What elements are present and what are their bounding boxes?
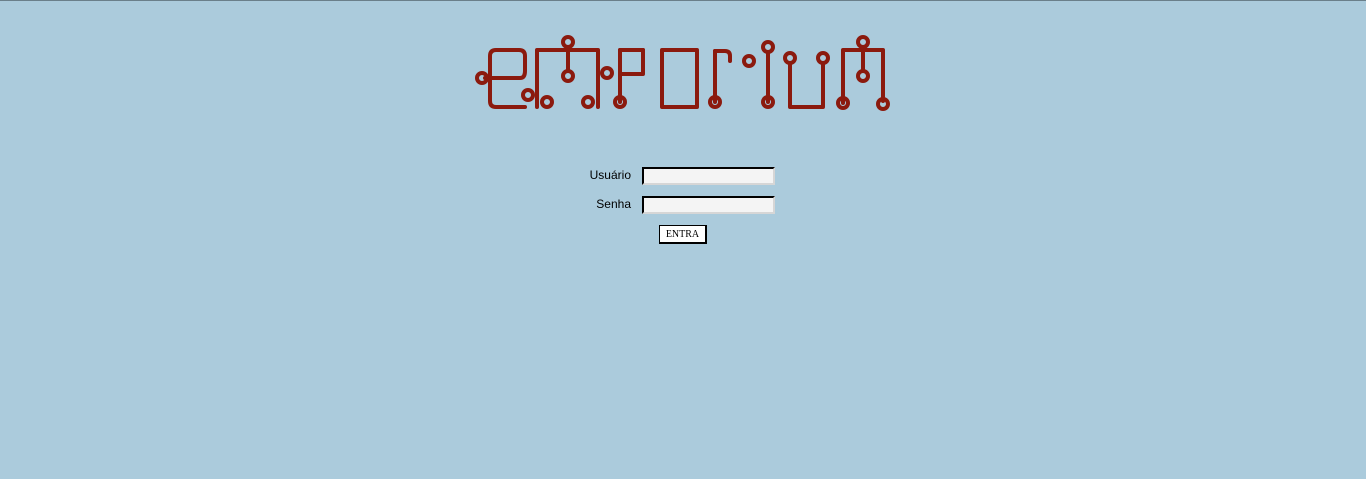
password-row: Senha bbox=[560, 195, 820, 217]
password-label: Senha bbox=[596, 197, 631, 211]
username-row: Usuário bbox=[560, 166, 820, 188]
submit-button[interactable]: ENTRA bbox=[659, 225, 707, 244]
username-label: Usuário bbox=[589, 168, 631, 182]
emporium-logo: emporium bbox=[470, 31, 895, 116]
username-input[interactable] bbox=[642, 167, 775, 185]
password-input[interactable] bbox=[642, 196, 775, 214]
emporium-logo-graphic bbox=[475, 35, 890, 111]
login-page: emporium Usuário Senha ENTRA bbox=[0, 0, 1366, 479]
